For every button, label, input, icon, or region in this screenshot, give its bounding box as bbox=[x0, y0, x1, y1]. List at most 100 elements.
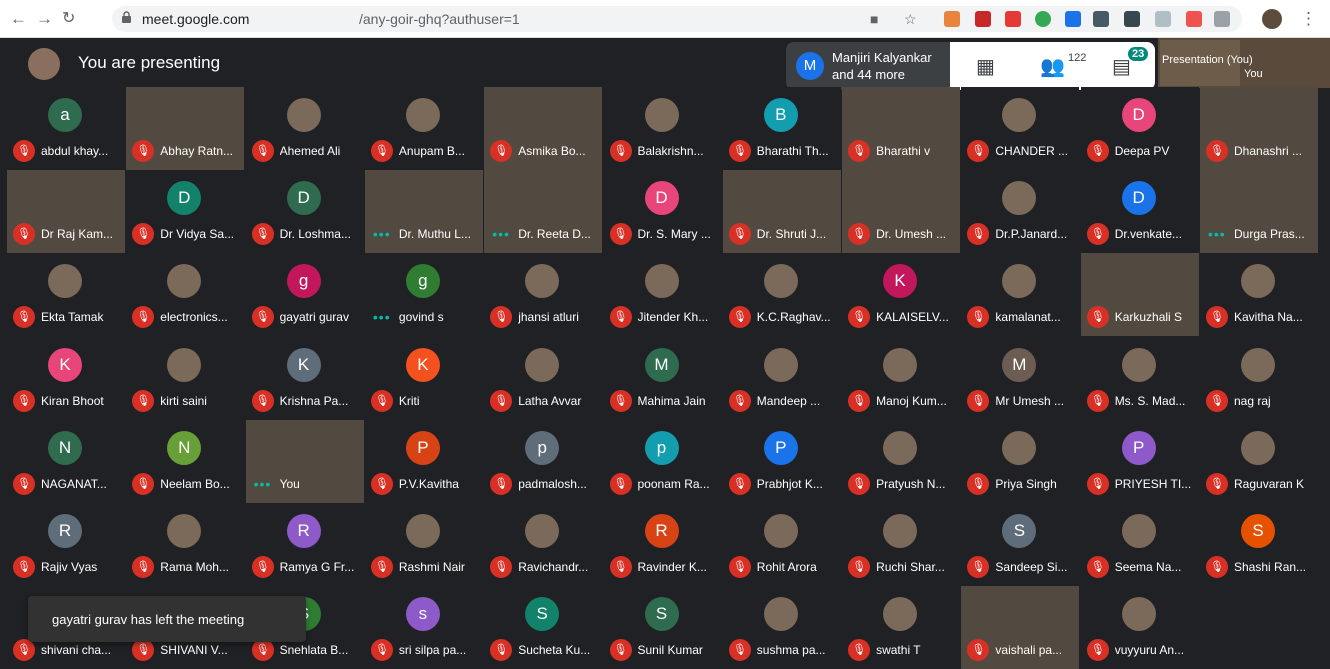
participant-tile[interactable]: 🎙 K.C.Raghav... bbox=[722, 253, 841, 337]
participant-tile[interactable]: p 🎙 poonam Ra... bbox=[603, 419, 722, 503]
camera-icon[interactable]: ■ bbox=[870, 11, 878, 27]
participant-tile[interactable]: 🎙 Ruchi Shar... bbox=[842, 503, 961, 586]
participant-tile[interactable]: 🎙 Manoj Kum... bbox=[842, 336, 961, 420]
participant-tile[interactable]: 🎙 nag raj bbox=[1200, 336, 1318, 420]
participant-tile[interactable]: D 🎙 Dr. Loshma... bbox=[245, 170, 364, 254]
participant-tile[interactable]: M 🎙 Mr Umesh ... bbox=[961, 336, 1080, 420]
participant-tile[interactable]: P 🎙 PRIYESH TI... bbox=[1080, 419, 1199, 503]
participant-tile[interactable]: 🎙 Seema Na... bbox=[1080, 503, 1199, 586]
participant-tile[interactable]: R 🎙 Ravinder K... bbox=[603, 503, 722, 586]
extension-icon[interactable] bbox=[1005, 11, 1021, 27]
participant-tile[interactable]: 🎙 Raguvaran K bbox=[1200, 419, 1318, 503]
participant-tile[interactable]: 🎙 Jitender Kh... bbox=[603, 253, 722, 337]
participant-tile[interactable]: 🎙 vaishali pa... bbox=[961, 586, 1080, 669]
participant-tile[interactable]: 🎙 Asmika Bo... bbox=[484, 87, 603, 170]
extension-icon[interactable] bbox=[1124, 11, 1140, 27]
participant-tile[interactable]: 🎙 jhansi atluri bbox=[484, 253, 603, 337]
bookmark-star-icon[interactable]: ☆ bbox=[904, 11, 917, 28]
participant-tile[interactable]: 🎙 Dhanashri ... bbox=[1200, 87, 1318, 170]
participant-tile[interactable]: D 🎙 Dr Vidya Sa... bbox=[126, 170, 245, 254]
forward-arrow-icon[interactable]: → bbox=[36, 9, 53, 29]
participant-tile[interactable]: D 🎙 Deepa PV bbox=[1080, 87, 1199, 170]
participant-tile[interactable]: S 🎙 Sandeep Si... bbox=[961, 503, 1080, 586]
participant-tile[interactable]: 🎙 Mandeep ... bbox=[722, 336, 841, 420]
participant-tile[interactable]: 🎙 Dr.P.Janard... bbox=[961, 170, 1080, 254]
participant-tile[interactable]: 🎙 kirti saini bbox=[126, 336, 245, 420]
participant-tile[interactable]: 🎙 electronics... bbox=[126, 253, 245, 337]
extension-icon[interactable] bbox=[1035, 11, 1051, 27]
participant-tile[interactable]: 🎙 Ms. S. Mad... bbox=[1080, 336, 1199, 420]
mic-off-icon: 🎙 bbox=[1086, 556, 1109, 578]
extension-icon[interactable] bbox=[1155, 11, 1171, 27]
grid-view-icon[interactable]: ▦ bbox=[976, 54, 995, 79]
participant-tile[interactable]: N 🎙 Neelam Bo... bbox=[126, 419, 245, 503]
participant-tile[interactable]: ••• Dr. Muthu L... bbox=[364, 170, 483, 254]
participant-tile[interactable]: ••• You bbox=[245, 419, 364, 503]
back-arrow-icon[interactable]: ← bbox=[10, 9, 27, 29]
participant-tile[interactable]: 🎙 Dr. Shruti J... bbox=[722, 170, 841, 254]
extension-icon[interactable] bbox=[1065, 11, 1081, 27]
extension-icon[interactable] bbox=[1214, 11, 1230, 27]
participant-tile[interactable]: M 🎙 Mahima Jain bbox=[603, 336, 722, 420]
participant-tile[interactable]: 🎙 Anupam B... bbox=[364, 87, 483, 170]
participant-tile[interactable]: 🎙 vuyyuru An... bbox=[1080, 586, 1199, 669]
participant-tile[interactable]: 🎙 kamalanat... bbox=[961, 253, 1080, 337]
people-icon[interactable]: 👥 bbox=[1040, 54, 1065, 79]
participant-tile[interactable]: R 🎙 Rajiv Vyas bbox=[7, 503, 125, 586]
mic-off-icon: 🎙 bbox=[609, 306, 632, 329]
extension-icon[interactable] bbox=[944, 11, 960, 27]
participant-tile[interactable]: S 🎙 Sunil Kumar bbox=[603, 586, 722, 669]
self-preview[interactable]: Presentation (You) You bbox=[1158, 38, 1330, 88]
participants-badge[interactable]: M Manjiri Kalyankar and 44 more bbox=[786, 42, 950, 90]
participant-tile[interactable]: 🎙 Dr. Umesh ... bbox=[842, 170, 961, 254]
participant-tile[interactable]: 🎙 Priya Singh bbox=[961, 419, 1080, 503]
participant-tile[interactable]: D 🎙 Dr.venkate... bbox=[1080, 170, 1199, 254]
participant-tile[interactable]: g 🎙 gayatri gurav bbox=[245, 253, 364, 337]
participant-tile[interactable]: s 🎙 sri silpa pa... bbox=[364, 586, 483, 669]
profile-avatar[interactable] bbox=[1262, 9, 1282, 29]
participant-tile[interactable]: 🎙 Bharathi v bbox=[842, 87, 961, 170]
participant-tile[interactable]: 🎙 sushma pa... bbox=[722, 586, 841, 669]
participant-name: Karkuzhali S bbox=[1114, 310, 1183, 325]
participant-tile[interactable]: 🎙 Pratyush N... bbox=[842, 419, 961, 503]
participant-tile[interactable]: R 🎙 Ramya G Fr... bbox=[245, 503, 364, 586]
participant-tile[interactable]: a 🎙 abdul khay... bbox=[7, 87, 125, 170]
participant-tile[interactable]: 🎙 Ravichandr... bbox=[484, 503, 603, 586]
participant-tile[interactable]: 🎙 Kavitha Na... bbox=[1200, 253, 1318, 337]
participant-tile[interactable]: 🎙 Rashmi Nair bbox=[364, 503, 483, 586]
participant-tile[interactable]: 🎙 Ahemed Ali bbox=[245, 87, 364, 170]
participant-tile[interactable]: K 🎙 Kiran Bhoot bbox=[7, 336, 125, 420]
participant-tile[interactable]: 🎙 swathi T bbox=[842, 586, 961, 669]
extension-icon[interactable] bbox=[1093, 11, 1109, 27]
participant-tile[interactable]: 🎙 Rama Moh... bbox=[126, 503, 245, 586]
participant-tile[interactable]: 🎙 CHANDER ... bbox=[961, 87, 1080, 170]
reload-icon[interactable]: ↻ bbox=[62, 9, 75, 29]
participant-tile[interactable]: 🎙 Latha Avvar bbox=[484, 336, 603, 420]
participant-tile[interactable]: ••• Dr. Reeta D... bbox=[484, 170, 603, 254]
participant-tile[interactable]: g ••• govind s bbox=[364, 253, 483, 337]
participant-tile[interactable]: K 🎙 Krishna Pa... bbox=[245, 336, 364, 420]
participant-tile[interactable]: K 🎙 Kriti bbox=[364, 336, 483, 420]
chat-icon[interactable]: ▤ bbox=[1112, 54, 1131, 79]
participant-tile[interactable]: 🎙 Ekta Tamak bbox=[7, 253, 125, 337]
extension-icon[interactable] bbox=[975, 11, 991, 27]
extension-icon[interactable] bbox=[1186, 11, 1202, 27]
participant-name: Krishna Pa... bbox=[279, 393, 349, 408]
participant-tile[interactable]: P 🎙 Prabhjot K... bbox=[722, 419, 841, 503]
participant-tile[interactable]: 🎙 Karkuzhali S bbox=[1080, 253, 1199, 337]
participant-tile[interactable]: S 🎙 Sucheta Ku... bbox=[484, 586, 603, 669]
participant-tile[interactable]: p 🎙 padmalosh... bbox=[484, 419, 603, 503]
participant-tile[interactable]: D 🎙 Dr. S. Mary ... bbox=[603, 170, 722, 254]
presentation-preview[interactable]: Presentation (You) bbox=[1160, 40, 1253, 86]
participant-tile[interactable]: 🎙 Balakrishn... bbox=[603, 87, 722, 170]
participant-tile[interactable]: ••• Durga Pras... bbox=[1200, 170, 1318, 254]
participant-tile[interactable]: 🎙 Dr Raj Kam... bbox=[7, 170, 125, 254]
participant-tile[interactable]: S 🎙 Shashi Ran... bbox=[1200, 503, 1318, 586]
participant-tile[interactable]: 🎙 Rohit Arora bbox=[722, 503, 841, 586]
participant-tile[interactable]: N 🎙 NAGANAT... bbox=[7, 419, 125, 503]
more-menu-icon[interactable]: ⋮ bbox=[1300, 9, 1317, 29]
participant-tile[interactable]: P 🎙 P.V.Kavitha bbox=[364, 419, 483, 503]
participant-tile[interactable]: B 🎙 Bharathi Th... bbox=[722, 87, 841, 170]
participant-tile[interactable]: 🎙 Abhay Ratn... bbox=[126, 87, 245, 170]
participant-tile[interactable]: K 🎙 KALAISELV... bbox=[842, 253, 961, 337]
